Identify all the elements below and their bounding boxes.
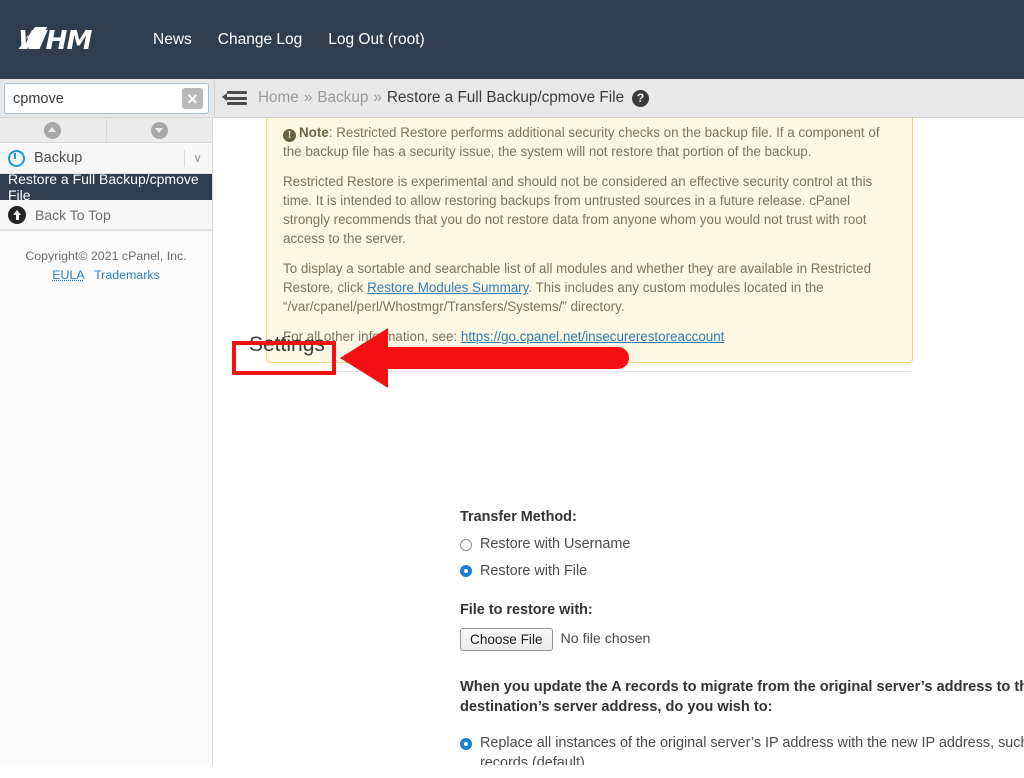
option-label: Restore with Username [480, 536, 631, 552]
sidebar-footer: Copyright© 2021 cPanel, Inc. EULA Tradem… [0, 230, 212, 290]
file-upload-group: File to restore with: Choose File No fil… [460, 602, 1024, 651]
restore-settings-form: Transfer Method: Restore with Username R… [460, 509, 1024, 778]
note-text-1: : Restricted Restore performs additional… [283, 125, 880, 160]
backup-restore-icon [8, 149, 25, 167]
top-header-bar: WHM News Change Log Log Out (root) [0, 0, 1024, 79]
page-bottom-strip [0, 765, 1024, 778]
trademarks-link[interactable]: Trademarks [94, 268, 160, 282]
chevron-down-icon[interactable]: ∨ [193, 151, 202, 165]
note-paragraph-2: Restricted Restore is experimental and s… [283, 174, 873, 247]
radio-restore-with-username[interactable]: Restore with Username [460, 535, 1024, 555]
arrow-up-circle-icon [8, 205, 26, 224]
search-input[interactable] [5, 85, 170, 112]
collapse-sidebar-icon[interactable] [222, 88, 248, 108]
radio-restore-with-file[interactable]: Restore with File [460, 562, 1024, 582]
radio-icon-selected[interactable] [460, 737, 472, 750]
sidebar-group-divider [184, 150, 185, 167]
settings-section: Settings [214, 332, 1024, 372]
left-sidebar: Backup ∨ Restore a Full Backup/cpmove Fi… [0, 118, 213, 778]
a-records-question: When you update the A records to migrate… [460, 678, 1024, 716]
sidebar-group-label: Backup [34, 150, 83, 166]
file-input-row: Choose File No file chosen [460, 627, 1024, 651]
sidebar-nav-up-button[interactable] [0, 118, 107, 142]
breadcrumb-bar: Home » Backup » Restore a Full Backup/cp… [214, 79, 1024, 117]
copyright-text: Copyright© 2021 cPanel, Inc. [25, 249, 187, 263]
breadcrumb-current: Restore a Full Backup/cpmove File [386, 89, 625, 106]
note-paragraph-1: ! Note: Restricted Restore performs addit… [283, 123, 896, 161]
sidebar-group-backup[interactable]: Backup ∨ [0, 143, 212, 174]
radio-icon[interactable] [460, 538, 472, 551]
settings-heading-text: Settings [249, 333, 325, 356]
note-bold-lead: Note [299, 125, 329, 140]
page-title: Settings [246, 332, 911, 372]
breadcrumb: Home » Backup » Restore a Full Backup/cp… [258, 89, 624, 107]
sidebar-item-restore-full-backup[interactable]: Restore a Full Backup/cpmove File [0, 171, 212, 203]
nav-link-change-log[interactable]: Change Log [205, 31, 315, 49]
exclamation-icon: ! [283, 129, 296, 142]
back-to-top-label: Back To Top [35, 206, 111, 223]
sidebar-nav-arrows [0, 118, 212, 143]
sidebar-back-to-top[interactable]: Back To Top [0, 200, 212, 230]
breadcrumb-backup[interactable]: Backup [317, 89, 368, 107]
svg-text:WHM: WHM [18, 26, 92, 56]
breadcrumb-separator-2: » [373, 89, 382, 106]
transfer-method-label: Transfer Method: [460, 509, 577, 525]
sidebar-item-label: Restore a Full Backup/cpmove File [8, 171, 199, 203]
chevron-down-icon [150, 121, 168, 139]
file-status-text: No file chosen [560, 631, 651, 648]
nav-link-news[interactable]: News [140, 31, 205, 49]
choose-file-button[interactable]: Choose File [460, 627, 553, 651]
sidebar-nav-down-button[interactable] [106, 118, 212, 142]
restricted-restore-note: ! Note: Restricted Restore performs addit… [266, 118, 913, 364]
breadcrumb-separator-1: » [303, 89, 313, 106]
eula-link[interactable]: EULA [52, 268, 84, 282]
main-content: ! Note: Restricted Restore performs addit… [214, 118, 1024, 778]
top-nav: News Change Log Log Out (root) [140, 31, 438, 49]
option-label: Restore with File [480, 562, 588, 579]
file-to-restore-label: File to restore with: [460, 601, 593, 618]
note-paragraph-3: To display a sortable and searchable lis… [283, 259, 896, 316]
clear-search-icon[interactable]: ✕ [182, 88, 203, 109]
restore-modules-summary-link[interactable]: Restore Modules Summary [367, 280, 528, 295]
breadcrumb-home[interactable]: Home [258, 89, 299, 107]
search-breadcrumb-bar: ✕ Home » Backup » Restore a Full Backup/… [0, 79, 1024, 118]
radio-icon-selected[interactable] [460, 565, 472, 578]
sidebar-search[interactable]: ✕ [4, 83, 209, 114]
whm-logo[interactable]: WHM [18, 23, 122, 57]
nav-link-log-out[interactable]: Log Out (root) [315, 31, 438, 49]
whm-page: WHM News Change Log Log Out (root) ✕ Hom… [0, 0, 1024, 778]
chevron-up-icon [44, 121, 62, 139]
help-icon[interactable]: ? [632, 89, 650, 107]
